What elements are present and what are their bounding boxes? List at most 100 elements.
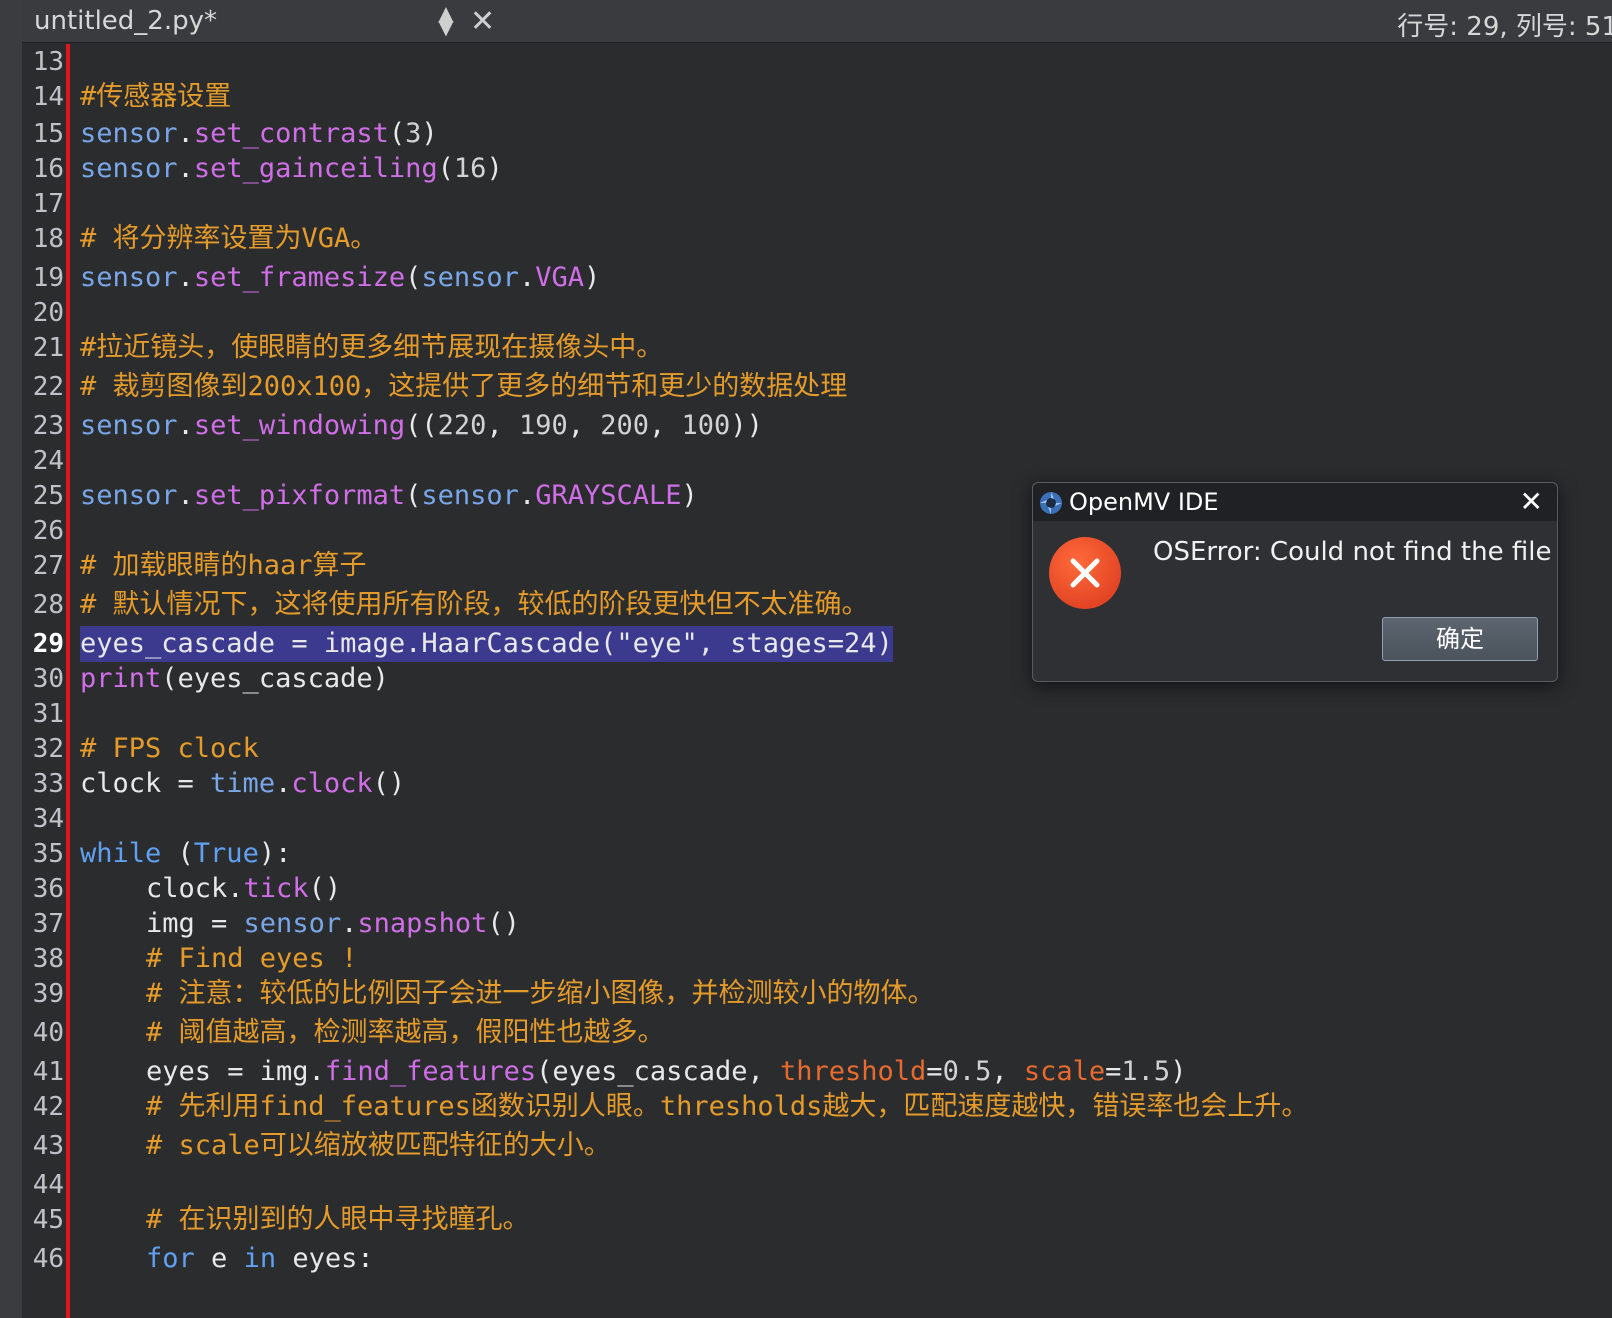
code-line: 43 # scale可以缩放被匹配特征的大小。 xyxy=(0,1128,1612,1164)
line-number: 44 xyxy=(32,1170,64,1200)
code-text: # scale可以缩放被匹配特征的大小。 xyxy=(146,1130,611,1161)
line-number: 32 xyxy=(32,734,64,764)
cursor-position: 行号: 29, 列号: 51 xyxy=(1397,12,1612,42)
code-text: sensor.set_contrast(3) xyxy=(80,118,438,149)
code-line: 23 sensor.set_windowing((220, 190, 200, … xyxy=(0,408,1612,444)
line-number: 24 xyxy=(32,446,64,476)
code-line: 41 eyes = img.find_features(eyes_cascade… xyxy=(0,1054,1612,1090)
line-number: 36 xyxy=(32,874,64,904)
line-number: 41 xyxy=(32,1057,64,1087)
error-icon xyxy=(1049,537,1121,609)
code-text: sensor.set_gainceiling(16) xyxy=(80,153,503,184)
line-number: 45 xyxy=(32,1205,64,1235)
line-number: 17 xyxy=(32,189,64,219)
code-line: 32 # FPS clock xyxy=(0,731,1612,767)
dialog-title: OpenMV IDE xyxy=(1069,488,1219,516)
line-number: 20 xyxy=(32,298,64,328)
code-text: clock = time.clock() xyxy=(80,768,406,799)
line-number: 14 xyxy=(32,82,64,112)
code-text: # FPS clock xyxy=(80,733,259,764)
code-text: # 先利用find_features函数识别人眼。thresholds越大，匹配… xyxy=(146,1091,1309,1122)
line-number: 42 xyxy=(32,1092,64,1122)
code-line: 40 # 阈值越高，检测率越高，假阳性也越多。 xyxy=(0,1015,1612,1051)
line-number: 43 xyxy=(32,1131,64,1161)
line-number: 26 xyxy=(32,516,64,546)
line-number: 31 xyxy=(32,699,64,729)
code-text: # 注意：较低的比例因子会进一步缩小图像，并检测较小的物体。 xyxy=(146,978,935,1009)
line-number: 21 xyxy=(32,333,64,363)
code-text: # 裁剪图像到200x100，这提供了更多的细节和更少的数据处理 xyxy=(80,371,848,402)
line-number: 35 xyxy=(32,839,64,869)
line-number: 40 xyxy=(32,1018,64,1048)
tab-close-icon[interactable]: ✕ xyxy=(470,4,495,39)
openmv-app-icon xyxy=(1040,492,1062,514)
code-line: 34 xyxy=(0,801,1612,837)
code-text: #传感器设置 xyxy=(80,81,232,112)
code-text: sensor.set_framesize(sensor.VGA) xyxy=(80,262,601,293)
code-line: 22 # 裁剪图像到200x100，这提供了更多的细节和更少的数据处理 xyxy=(0,369,1612,405)
code-line: 37 img = sensor.snapshot() xyxy=(0,906,1612,942)
code-line: 38 # Find eyes ! xyxy=(0,941,1612,977)
code-line: 19 sensor.set_framesize(sensor.VGA) xyxy=(0,260,1612,296)
close-icon[interactable]: ✕ xyxy=(1520,485,1543,518)
error-dialog[interactable]: OpenMV IDE ✕ OSError: Could not find the… xyxy=(1032,482,1558,682)
code-text: # 在识别到的人眼中寻找瞳孔。 xyxy=(146,1204,530,1235)
code-text: # 加载眼睛的haar算子 xyxy=(80,550,367,581)
line-number: 23 xyxy=(32,411,64,441)
code-text: img = sensor.snapshot() xyxy=(146,908,520,939)
line-number: 38 xyxy=(32,944,64,974)
code-line: 46 for e in eyes: xyxy=(0,1241,1612,1277)
code-text: sensor.set_pixformat(sensor.GRAYSCALE) xyxy=(80,480,698,511)
line-number: 28 xyxy=(32,590,64,620)
code-text: for e in eyes: xyxy=(146,1243,374,1274)
code-text: while (True): xyxy=(80,838,292,869)
code-text: eyes = img.find_features(eyes_cascade, t… xyxy=(146,1056,1187,1087)
line-number: 39 xyxy=(32,979,64,1009)
line-number: 27 xyxy=(32,551,64,581)
code-line: 39 # 注意：较低的比例因子会进一步缩小图像，并检测较小的物体。 xyxy=(0,976,1612,1012)
line-number: 13 xyxy=(32,47,64,77)
code-text: # 将分辨率设置为VGA。 xyxy=(80,223,378,254)
code-line: 35 while (True): xyxy=(0,836,1612,872)
line-number: 25 xyxy=(32,481,64,511)
code-text-selected: eyes_cascade = image.HaarCascade("eye", … xyxy=(80,626,893,662)
editor-tab-bar: untitled_2.py* ▲ ▼ ✕ 行号: 29, 列号: 51 xyxy=(22,0,1612,43)
ok-button[interactable]: 确定 xyxy=(1382,617,1538,661)
code-line: 16 sensor.set_gainceiling(16) xyxy=(0,151,1612,187)
line-number: 37 xyxy=(32,909,64,939)
line-number: 33 xyxy=(32,769,64,799)
file-tab-name[interactable]: untitled_2.py* xyxy=(34,6,217,36)
code-line: 33 clock = time.clock() xyxy=(0,766,1612,802)
code-text: # Find eyes ! xyxy=(146,943,358,974)
code-line: 36 clock.tick() xyxy=(0,871,1612,907)
code-line: 14 #传感器设置 xyxy=(0,79,1612,115)
code-text: sensor.set_windowing((220, 190, 200, 100… xyxy=(80,410,763,441)
line-number: 18 xyxy=(32,224,64,254)
code-line: 24 xyxy=(0,443,1612,479)
code-text: #拉近镜头，使眼睛的更多细节展现在摄像头中。 xyxy=(80,332,664,363)
line-number: 19 xyxy=(32,263,64,293)
line-number: 30 xyxy=(32,664,64,694)
code-text: clock.tick() xyxy=(146,873,342,904)
line-number: 16 xyxy=(32,154,64,184)
line-number: 22 xyxy=(32,372,64,402)
code-line: 21 #拉近镜头，使眼睛的更多细节展现在摄像头中。 xyxy=(0,330,1612,366)
code-text: # 默认情况下，这将使用所有阶段，较低的阶段更快但不太准确。 xyxy=(80,589,869,620)
code-line: 45 # 在识别到的人眼中寻找瞳孔。 xyxy=(0,1202,1612,1238)
line-number: 34 xyxy=(32,804,64,834)
code-text: print(eyes_cascade) xyxy=(80,663,389,694)
code-text: # 阈值越高，检测率越高，假阳性也越多。 xyxy=(146,1017,665,1048)
code-line: 44 xyxy=(0,1167,1612,1203)
error-message: OSError: Could not find the file xyxy=(1153,537,1552,567)
code-line: 15 sensor.set_contrast(3) xyxy=(0,116,1612,152)
line-number: 46 xyxy=(32,1244,64,1274)
line-number: 15 xyxy=(32,119,64,149)
code-line: 20 xyxy=(0,295,1612,331)
code-line: 42 # 先利用find_features函数识别人眼。thresholds越大… xyxy=(0,1089,1612,1125)
code-line: 13 xyxy=(0,44,1612,80)
dialog-title-bar[interactable]: OpenMV IDE ✕ xyxy=(1033,483,1557,521)
tab-switch-arrows-icon[interactable]: ▲ ▼ xyxy=(436,3,456,37)
code-line: 17 xyxy=(0,186,1612,222)
code-line: 31 xyxy=(0,696,1612,732)
code-line: 18 # 将分辨率设置为VGA。 xyxy=(0,221,1612,257)
